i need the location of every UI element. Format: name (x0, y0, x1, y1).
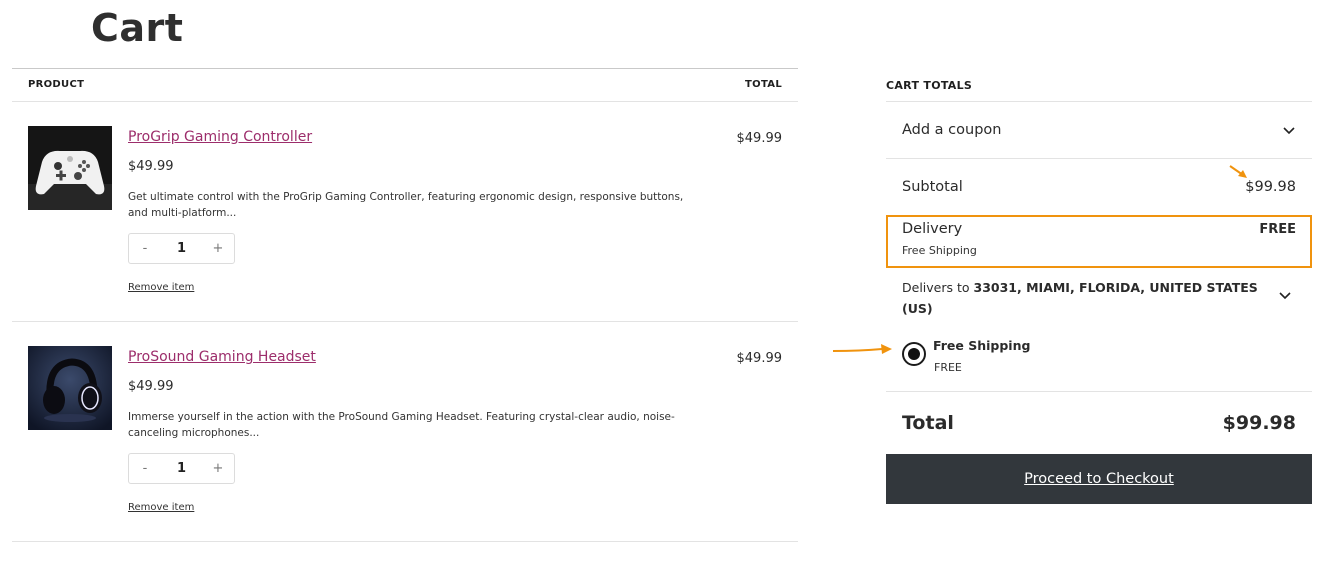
quantity-stepper: - 1 + (128, 233, 235, 264)
quantity-value[interactable]: 1 (177, 241, 186, 256)
order-total-row: Total $99.98 (886, 392, 1312, 454)
remove-item-link[interactable]: Remove item (128, 502, 194, 513)
total-value: $99.98 (1222, 412, 1296, 434)
delivery-label: Delivery (902, 221, 963, 237)
page-title: Cart (91, 6, 184, 50)
quantity-increase-button[interactable]: + (212, 461, 224, 476)
delivery-row-highlighted: Delivery Free Shipping FREE (886, 215, 1312, 268)
line-total: $49.99 (736, 131, 783, 146)
quantity-value[interactable]: 1 (177, 461, 186, 476)
product-image-controller[interactable] (28, 126, 112, 210)
quantity-stepper: - 1 + (128, 453, 235, 484)
cart-totals-heading: CART TOTALS (886, 68, 1312, 102)
product-price: $49.99 (128, 379, 174, 394)
proceed-to-checkout-button[interactable]: Proceed to Checkout (886, 454, 1312, 504)
total-label: Total (902, 412, 954, 434)
cart-totals-panel: CART TOTALS Add a coupon Subtotal $99.98… (886, 68, 1312, 504)
cart-table-header: PRODUCT TOTAL (12, 68, 798, 102)
shipping-option-free[interactable]: Free Shipping FREE (886, 330, 1312, 392)
remove-item-link[interactable]: Remove item (128, 282, 194, 293)
quantity-decrease-button[interactable]: - (139, 461, 151, 476)
product-image-headset[interactable] (28, 346, 112, 430)
column-header-total: TOTAL (745, 79, 782, 90)
line-total: $49.99 (736, 351, 783, 366)
column-header-product: PRODUCT (28, 79, 85, 90)
cart-item-row: ProSound Gaming Headset $49.99 Immerse y… (12, 322, 798, 542)
delivery-value: FREE (1259, 222, 1296, 237)
subtotal-label: Subtotal (902, 179, 963, 195)
radio-selected-icon[interactable] (902, 342, 926, 366)
chevron-down-icon (1279, 292, 1291, 300)
add-coupon-toggle[interactable]: Add a coupon (886, 102, 1312, 159)
delivers-to-text: Delivers to 33031, MIAMI, FLORIDA, UNITE… (902, 277, 1262, 319)
product-name-link[interactable]: ProGrip Gaming Controller (128, 129, 312, 145)
annotation-arrow-icon (1229, 165, 1247, 178)
delivers-to-prefix: Delivers to (902, 280, 970, 295)
product-description: Get ultimate control with the ProGrip Ga… (128, 191, 684, 219)
quantity-increase-button[interactable]: + (212, 241, 224, 256)
cart-items-table: PRODUCT TOTAL ProGrip Gaming Controller … (12, 68, 798, 542)
add-coupon-label: Add a coupon (902, 122, 1002, 138)
product-price: $49.99 (128, 159, 174, 174)
chevron-down-icon (1283, 127, 1295, 135)
delivers-to-toggle[interactable]: Delivers to 33031, MIAMI, FLORIDA, UNITE… (886, 268, 1312, 330)
subtotal-value: $99.98 (1245, 179, 1296, 195)
annotation-arrow-icon (832, 344, 892, 354)
cart-item-row: ProGrip Gaming Controller $49.99 Get ult… (12, 102, 798, 322)
shipping-option-price: FREE (934, 361, 962, 374)
quantity-decrease-button[interactable]: - (139, 241, 151, 256)
delivery-method: Free Shipping (902, 244, 977, 257)
product-name-link[interactable]: ProSound Gaming Headset (128, 349, 316, 365)
product-description: Immerse yourself in the action with the … (128, 411, 675, 439)
shipping-option-name: Free Shipping (933, 338, 1031, 353)
